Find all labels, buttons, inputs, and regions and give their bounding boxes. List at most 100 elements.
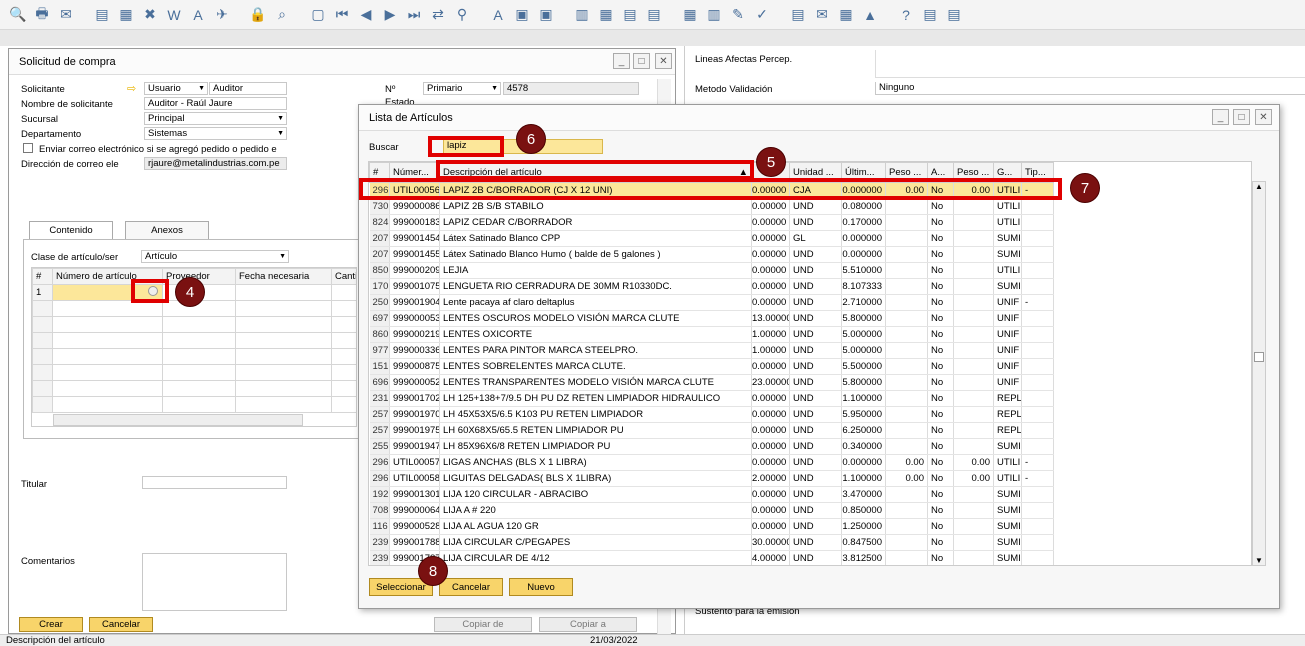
item-cancelar-button[interactable]: Cancelar xyxy=(439,578,503,596)
cell-a: No xyxy=(927,294,954,311)
cantidad-cell[interactable] xyxy=(331,284,356,301)
pdf-icon[interactable]: A xyxy=(188,5,208,25)
table-row[interactable]: 977 999000336 LENTES PARA PINTOR MARCA STE… xyxy=(369,342,1054,359)
table-row[interactable]: 231 999001702 LH 125+138+7/9.5 DH PU DZ RE… xyxy=(369,390,1054,407)
copiar-de-button[interactable]: Copiar de xyxy=(434,617,532,632)
doc-icon[interactable]: ✉ xyxy=(812,5,832,25)
word-icon[interactable]: W xyxy=(164,5,184,25)
nuevo-button[interactable]: Nuevo xyxy=(509,578,573,596)
tab-anexos[interactable]: Anexos xyxy=(125,221,209,239)
correo-field[interactable]: rjaure@metalindustrias.com.pe xyxy=(144,157,287,170)
table-row[interactable]: 151 999000875 LENTES SOBRELENTES MARCA CLU… xyxy=(369,358,1054,375)
table-row[interactable]: 207 999001455 Látex Satinado Blanco Humo (… xyxy=(369,246,1054,263)
msg-icon[interactable]: ▤ xyxy=(944,5,964,25)
table-row[interactable]: 696 999000052 LENTES TRANSPARENTES MODELO … xyxy=(369,374,1054,391)
table-row[interactable]: 239 999001787 LIJA CIRCULAR DE 4/12 4.00000… xyxy=(369,550,1054,565)
journal-icon[interactable]: ▤ xyxy=(620,5,640,25)
layout-icon[interactable]: ▥ xyxy=(572,5,592,25)
gross-icon[interactable]: ▦ xyxy=(596,5,616,25)
table-row[interactable]: 255 999001947 LH 85X96X6/8 RETEN LIMPIADOR… xyxy=(369,438,1054,455)
step-badge-4: 4 xyxy=(175,277,205,307)
nombre-field[interactable]: Auditor - Raúl Jaure xyxy=(144,97,287,110)
scroll-up-arrow[interactable]: ▲ xyxy=(1253,182,1265,191)
table-row[interactable]: 730 999000086 LAPIZ 2B S/B STABILO 0.00000 U… xyxy=(369,198,1054,215)
table-row[interactable]: 239 999001788 LIJA CIRCULAR C/PEGAPES 30.00… xyxy=(369,534,1054,551)
sort-icon[interactable]: A xyxy=(488,5,508,25)
scroll-thumb[interactable] xyxy=(1254,352,1264,362)
cell-tip: - xyxy=(1021,454,1054,471)
tab-contenido[interactable]: Contenido xyxy=(29,221,113,239)
filter-icon[interactable]: ⚲ xyxy=(452,5,472,25)
pick-icon[interactable]: ▤ xyxy=(788,5,808,25)
clase-select[interactable]: Artículo xyxy=(141,250,289,263)
table-row[interactable]: 697 999000053 LENTES OSCUROS MODELO VISIÓN… xyxy=(369,310,1054,327)
table-row[interactable]: 192 999001301 LIJA 120 CIRCULAR - ABRACIBO… xyxy=(369,486,1054,503)
titular-field[interactable] xyxy=(142,476,287,489)
crear-button[interactable]: Crear xyxy=(19,617,83,632)
copiar-a-button[interactable]: Copiar a xyxy=(539,617,637,632)
maximize-button[interactable]: □ xyxy=(633,53,650,69)
solicitante-field[interactable]: Auditor xyxy=(209,82,287,95)
cell-g: UNIF xyxy=(993,294,1022,311)
scroll-down-arrow[interactable]: ▼ xyxy=(1253,556,1265,565)
email-icon[interactable]: ✉ xyxy=(56,5,76,25)
sucursal-select[interactable]: Principal xyxy=(144,112,287,125)
cell-stock: 1.00000 xyxy=(751,326,790,343)
last-icon[interactable]: ⏭ xyxy=(404,5,424,25)
horizontal-scrollbar[interactable] xyxy=(53,414,303,426)
table-row[interactable]: 860 999000219 LENTES OXICORTE 1.00000 UND 5.0… xyxy=(369,326,1054,343)
form-settings-icon[interactable]: ✎ xyxy=(728,5,748,25)
table-row[interactable]: 708 999000064 LIJA A # 220 0.00000 UND 0.8500… xyxy=(369,502,1054,519)
cancelar-button[interactable]: Cancelar xyxy=(89,617,153,632)
table-row[interactable]: 207 999001454 Látex Satinado Blanco CPP 0.0… xyxy=(369,230,1054,247)
fax-icon[interactable]: ▦ xyxy=(116,5,136,25)
table-row[interactable]: 116 999000528 LIJA AL AGUA 120 GR 0.00000 UN… xyxy=(369,518,1054,535)
next-icon[interactable]: ▶ xyxy=(380,5,400,25)
authorize-icon[interactable]: ✓ xyxy=(752,5,772,25)
table-row[interactable]: 296 UTIL00057 LIGAS ANCHAS (BLS X 1 LIBRA)… xyxy=(369,454,1054,471)
cell-peso xyxy=(885,230,928,247)
table-row[interactable]: 257 999001970 LH 45X53X5/6.5 K103 PU RETEN… xyxy=(369,406,1054,423)
serie-select[interactable]: Primario xyxy=(423,82,501,95)
launch-icon[interactable]: ✈ xyxy=(212,5,232,25)
table-row[interactable]: 170 999001075 LENGUETA RIO CERRADURA DE 30… xyxy=(369,278,1054,295)
comentarios-textarea[interactable] xyxy=(142,553,287,611)
help-icon[interactable]: ? xyxy=(896,5,916,25)
settings-icon[interactable]: ▥ xyxy=(704,5,724,25)
calendar-icon[interactable]: ▦ xyxy=(836,5,856,25)
cash-icon[interactable]: ▤ xyxy=(644,5,664,25)
cancel-icon[interactable]: ▦ xyxy=(680,5,700,25)
preview-icon[interactable]: 🔍 xyxy=(8,5,28,25)
table-row[interactable]: 250 999001904 Lente pacaya af claro deltap… xyxy=(369,294,1054,311)
item-list-close-button[interactable]: ✕ xyxy=(1255,109,1272,125)
item-list-scrollbar[interactable]: ▲ ▼ xyxy=(1252,181,1266,566)
item-list-maximize-button[interactable]: □ xyxy=(1233,109,1250,125)
excel-icon[interactable]: ✖ xyxy=(140,5,160,25)
sms-icon[interactable]: ▤ xyxy=(92,5,112,25)
target-doc-icon[interactable]: ▣ xyxy=(536,5,556,25)
find-icon[interactable]: ⌕ xyxy=(272,5,292,25)
cell-tip xyxy=(1021,518,1054,535)
item-list-minimize-button[interactable]: _ xyxy=(1212,109,1229,125)
lock-icon[interactable]: 🔒 xyxy=(248,5,268,25)
report-icon[interactable]: ▤ xyxy=(920,5,940,25)
close-button[interactable]: ✕ xyxy=(655,53,672,69)
table-row[interactable]: 824 999000183 LAPIZ CEDAR C/BORRADOR 0.0000… xyxy=(369,214,1054,231)
solicitante-type-select[interactable]: Usuario xyxy=(144,82,208,95)
base-doc-icon[interactable]: ▣ xyxy=(512,5,532,25)
metodo-field[interactable]: Ninguno xyxy=(875,82,1305,95)
table-row[interactable]: 850 999000209 LEJIA 0.00000 UND 5.510000 No UTI… xyxy=(369,262,1054,279)
enviar-correo-checkbox[interactable] xyxy=(23,143,33,153)
minimize-button[interactable]: _ xyxy=(613,53,630,69)
add-icon[interactable]: ▢ xyxy=(308,5,328,25)
refresh-icon[interactable]: ⇄ xyxy=(428,5,448,25)
table-row[interactable]: 296 UTIL00058 LIGUITAS DELGADAS( BLS X 1LI… xyxy=(369,470,1054,487)
table-row[interactable]: 257 999001975 LH 60X68X5/65.5 RETEN LIMPIA… xyxy=(369,422,1054,439)
departamento-select[interactable]: Sistemas xyxy=(144,127,287,140)
print-icon[interactable]: 🖶 xyxy=(32,5,52,25)
fecha-cell[interactable] xyxy=(235,284,332,301)
previous-icon[interactable]: ◀ xyxy=(356,5,376,25)
first-icon[interactable]: ⏮ xyxy=(332,5,352,25)
tree-icon[interactable]: ▲ xyxy=(860,5,880,25)
cell-g: SUMI xyxy=(993,502,1022,519)
